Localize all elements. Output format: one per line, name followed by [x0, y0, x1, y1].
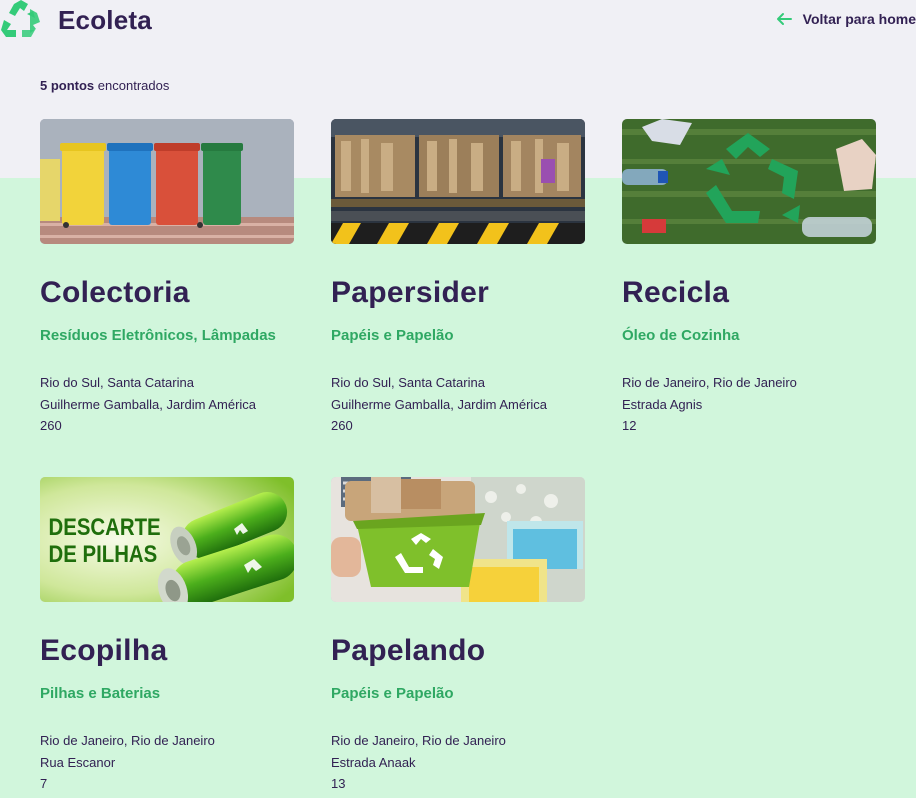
- point-image: [622, 119, 876, 244]
- point-items: Papéis e Papelão: [331, 327, 454, 344]
- recycle-icon: [1, 0, 40, 37]
- arrow-left-icon: [776, 13, 792, 25]
- point-street: Guilherme Gamballa, Jardim América: [331, 396, 548, 412]
- point-city: Rio de Janeiro, Rio de Janeiro: [331, 733, 506, 748]
- point-city: Rio do Sul, Santa Catarina: [331, 375, 485, 390]
- point-name: Papelando: [331, 634, 486, 667]
- point-city: Rio de Janeiro, Rio de Janeiro: [40, 733, 215, 748]
- point-name: Papersider: [331, 276, 490, 309]
- point-items: Pilhas e Baterias: [40, 685, 161, 702]
- point-number: 13: [331, 776, 346, 791]
- point-card[interactable]: Papelando Papéis e Papelão Rio de Janeir…: [331, 477, 586, 795]
- point-address: Rio de Janeiro, Rio de Janeiro Estrada A…: [622, 372, 877, 437]
- point-card[interactable]: Papersider Papéis e Papelão Rio do Sul, …: [331, 119, 586, 437]
- point-name: Colectoria: [40, 276, 190, 309]
- back-to-home-link[interactable]: Voltar para home: [775, 10, 916, 28]
- point-card[interactable]: DESCARTE DE PILHAS Ecopilha Pilhas e Bat…: [40, 477, 295, 795]
- battery-image-text-1: DESCARTE: [49, 513, 161, 540]
- point-card[interactable]: Colectoria Resíduos Eletrônicos, Lâmpada…: [40, 119, 295, 437]
- battery-image-text-2: DE PILHAS: [49, 540, 158, 567]
- point-image: [331, 477, 585, 602]
- point-image: [331, 119, 585, 244]
- point-address: Rio de Janeiro, Rio de Janeiro Estrada A…: [331, 730, 586, 795]
- point-city: Rio do Sul, Santa Catarina: [40, 375, 194, 390]
- page-header: Ecoleta Voltar para home: [0, 0, 916, 40]
- point-image: [40, 119, 294, 244]
- results-count-number: 5 pontos: [40, 78, 95, 93]
- logo[interactable]: Ecoleta: [0, 0, 152, 40]
- point-street: Guilherme Gamballa, Jardim América: [40, 396, 257, 412]
- point-items: Óleo de Cozinha: [622, 327, 740, 344]
- point-street: Rua Escanor: [40, 754, 116, 770]
- point-name: Ecopilha: [40, 634, 168, 667]
- point-street: Estrada Anaak: [331, 754, 416, 770]
- point-city: Rio de Janeiro, Rio de Janeiro: [622, 375, 797, 390]
- point-address: Rio do Sul, Santa Catarina Guilherme Gam…: [40, 372, 295, 437]
- point-number: 260: [331, 418, 353, 433]
- results-count: 5 pontos encontrados: [40, 78, 169, 93]
- point-name: Recicla: [622, 276, 730, 309]
- point-items: Resíduos Eletrônicos, Lâmpadas: [40, 327, 276, 344]
- point-number: 260: [40, 418, 62, 433]
- results-count-label: encontrados: [94, 78, 170, 93]
- app-name: Ecoleta: [58, 4, 152, 35]
- point-street: Estrada Agnis: [622, 396, 703, 412]
- point-items: Papéis e Papelão: [331, 685, 454, 702]
- point-address: Rio do Sul, Santa Catarina Guilherme Gam…: [331, 372, 586, 437]
- back-link-label: Voltar para home: [802, 11, 916, 27]
- point-number: 12: [622, 418, 637, 433]
- point-card[interactable]: Recicla Óleo de Cozinha Rio de Janeiro, …: [622, 119, 877, 437]
- point-image: DESCARTE DE PILHAS: [40, 477, 294, 602]
- point-number: 7: [40, 776, 48, 791]
- point-address: Rio de Janeiro, Rio de Janeiro Rua Escan…: [40, 730, 295, 795]
